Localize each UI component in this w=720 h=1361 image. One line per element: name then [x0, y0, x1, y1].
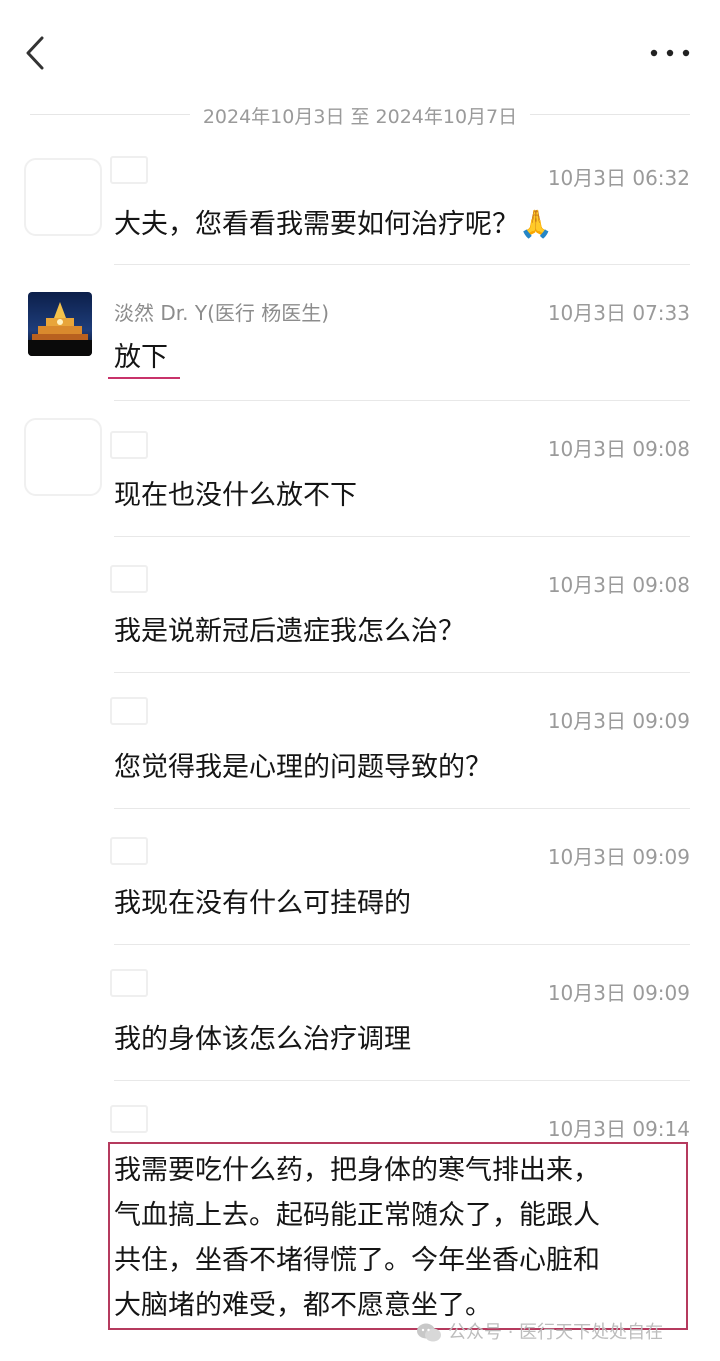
message-text: 我的身体该怎么治疗调理	[114, 1024, 411, 1055]
sender-name-placeholder	[110, 431, 148, 459]
chat-message[interactable]: 10月3日 09:14	[0, 1081, 720, 1141]
chat-message[interactable]: 淡然 Dr. Y(医行 杨医生) 10月3日 07:33 放下	[0, 265, 720, 401]
chat-message[interactable]: 10月3日 06:32 大夫，您看看我需要如何治疗呢？🙏	[0, 150, 720, 265]
message-time: 10月3日 09:14	[547, 1117, 690, 1141]
message-time: 10月3日 09:08	[547, 437, 690, 461]
text-underline	[108, 377, 180, 379]
chat-message[interactable]: 10月3日 09:09 我的身体该怎么治疗调理	[0, 945, 720, 1081]
message-text: 您觉得我是心理的问题导致的？	[114, 752, 492, 783]
message-time: 10月3日 06:32	[547, 166, 690, 190]
sender-name-placeholder	[110, 837, 148, 865]
message-text: 我是说新冠后遗症我怎么治？	[114, 616, 465, 647]
message-text: 放下	[114, 342, 168, 373]
sender-name-placeholder	[110, 156, 148, 184]
chat-message[interactable]: 10月3日 09:09 我现在没有什么可挂碍的	[0, 809, 720, 945]
message-time: 10月3日 09:09	[547, 709, 690, 733]
message-text-line: 共住，坐香不堵得慌了。今年坐香心脏和	[114, 1245, 600, 1276]
sender-name-placeholder	[110, 697, 148, 725]
more-button[interactable]	[648, 36, 692, 70]
message-text: 我需要吃什么药，把身体的寒气排出来， 气血搞上去。起码能正常随众了，能跟人 共住…	[114, 1148, 684, 1328]
chat-message[interactable]: 10月3日 09:08 我是说新冠后遗症我怎么治？	[0, 537, 720, 673]
date-range-text: 2024年10月3日 至 2024年10月7日	[190, 106, 530, 128]
message-time: 10月3日 07:33	[547, 301, 690, 325]
message-time: 10月3日 09:09	[547, 845, 690, 869]
more-horizontal-icon	[650, 49, 690, 57]
message-text: 现在也没什么放不下	[114, 480, 357, 511]
temple-night-image	[28, 292, 92, 356]
avatar[interactable]	[24, 158, 102, 236]
message-time: 10月3日 09:09	[547, 981, 690, 1005]
avatar[interactable]	[24, 418, 102, 496]
watermark-text: 公众号 · 医行天下处处自在	[448, 1322, 664, 1343]
message-text: 我现在没有什么可挂碍的	[114, 888, 411, 919]
sender-name-placeholder	[110, 565, 148, 593]
sender-name-placeholder	[110, 969, 148, 997]
message-time: 10月3日 09:08	[547, 573, 690, 597]
chat-message[interactable]: 10月3日 09:08 现在也没什么放不下	[0, 401, 720, 537]
doctor-avatar[interactable]	[28, 292, 92, 356]
date-range-divider: 2024年10月3日 至 2024年10月7日	[0, 100, 720, 130]
sender-name-placeholder	[110, 1105, 148, 1133]
message-text-line: 我需要吃什么药，把身体的寒气排出来，	[114, 1155, 600, 1186]
sender-name: 淡然 Dr. Y(医行 杨医生)	[114, 301, 330, 325]
wechat-icon	[417, 1323, 441, 1342]
chat-message[interactable]: 10月3日 09:09 您觉得我是心理的问题导致的？	[0, 673, 720, 809]
watermark: 公众号 · 医行天下处处自在	[416, 1318, 663, 1348]
chevron-left-icon	[26, 36, 44, 70]
back-button[interactable]	[20, 32, 60, 76]
message-text: 大夫，您看看我需要如何治疗呢？🙏	[114, 209, 553, 240]
top-bar	[0, 0, 720, 100]
message-text-line: 气血搞上去。起码能正常随众了，能跟人	[114, 1200, 600, 1231]
